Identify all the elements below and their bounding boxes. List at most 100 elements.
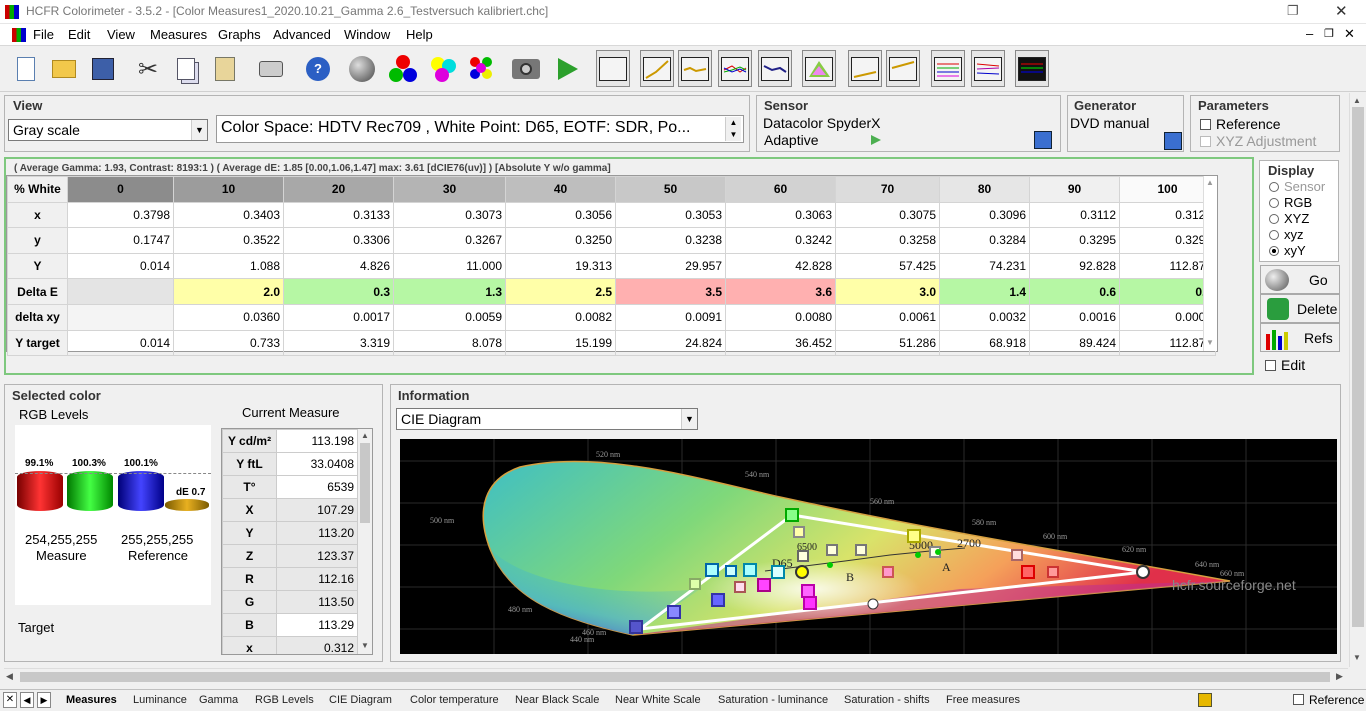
display-option-sensor[interactable]: Sensor [1269,179,1325,195]
row-header[interactable]: y [7,227,68,254]
reference-checkbox[interactable]: Reference [1200,116,1281,132]
grid-cell[interactable]: 0.0059 [393,303,506,331]
graph-gamma-icon[interactable] [678,50,712,87]
grid-cell[interactable]: 36.452 [725,329,836,357]
go-button[interactable]: Go [1260,265,1340,294]
grid-cell[interactable]: 0.0082 [505,303,616,331]
grid-cell[interactable]: 11.000 [393,252,506,280]
grid-cell[interactable]: 0.3522 [173,227,284,254]
sensor-play-icon[interactable] [870,134,882,146]
tab-near-white-scale[interactable]: Near White Scale [615,694,701,706]
grid-cell[interactable]: 68.918 [939,329,1030,357]
grid-cell[interactable]: 0.3096 [939,201,1030,229]
grid-cell[interactable]: 2.0 [173,278,284,305]
grid-cell[interactable]: 0.0016 [1029,303,1120,331]
menu-graphs[interactable]: Graphs [218,27,261,42]
col-header[interactable]: 60 [725,176,836,203]
grid-cell[interactable]: 0.3063 [725,201,836,229]
grid-cell[interactable]: 29.957 [615,252,726,280]
grid-cell[interactable]: 0.3238 [615,227,726,254]
graph-free-measures-icon[interactable] [1015,50,1049,87]
grid-cell[interactable]: 0.3056 [505,201,616,229]
row-header[interactable]: Delta E [7,278,68,305]
menu-edit[interactable]: Edit [68,27,90,42]
tab-near-black-scale[interactable]: Near Black Scale [515,694,599,706]
help-icon[interactable]: ? [302,53,334,85]
xyz-adjustment-checkbox[interactable]: XYZ Adjustment [1200,133,1316,149]
grid-cell[interactable]: 3.0 [835,278,940,305]
mdi-restore-icon[interactable]: ❐ [1324,27,1334,40]
grid-cell[interactable]: 0.3075 [835,201,940,229]
grid-cell[interactable]: 3.5 [615,278,726,305]
graph-near-white-icon[interactable] [886,50,920,87]
sensor-config-icon[interactable] [1034,131,1052,149]
graph-screen-icon[interactable] [596,50,630,87]
graph-luminance-icon[interactable] [640,50,674,87]
edit-checkbox[interactable]: Edit [1265,357,1305,373]
grid-cell[interactable]: 0.6 [1029,278,1120,305]
generator-config-icon[interactable] [1164,132,1182,150]
sensor-icon[interactable] [346,53,378,85]
grid-cell[interactable]: 0.733 [173,329,284,357]
grid-cell[interactable]: 0.0061 [835,303,940,331]
mdi-close-icon[interactable]: ✕ [1344,26,1355,42]
grid-cell[interactable]: 0.3 [1119,278,1216,305]
grid-cell[interactable]: 2.5 [505,278,616,305]
grid-cell[interactable]: 0.3112 [1029,201,1120,229]
col-header[interactable]: 30 [393,176,506,203]
graph-temperature-icon[interactable] [758,50,792,87]
display-option-xyy[interactable]: xyY [1269,243,1325,259]
col-header[interactable]: 70 [835,176,940,203]
measure-scrollbar[interactable]: ▲ ▼ [358,429,372,654]
close-icon[interactable]: ✕ [1335,2,1348,20]
grid-cell[interactable]: 15.199 [505,329,616,357]
menu-view[interactable]: View [107,27,135,42]
grid-cell[interactable]: 0.3 [283,278,394,305]
grid-cell[interactable]: 0.014 [67,329,174,357]
col-header[interactable]: 50 [615,176,726,203]
graph-cie-icon[interactable] [802,50,836,87]
grid-cell[interactable]: 4.826 [283,252,394,280]
grid-cell[interactable]: 3.319 [283,329,394,357]
grid-cell[interactable]: 1.3 [393,278,506,305]
grid-cell[interactable] [67,278,174,305]
menu-file[interactable]: File [33,27,54,42]
grid-cell[interactable]: 0.3250 [505,227,616,254]
grid-cell[interactable]: 0.3258 [835,227,940,254]
grid-cell[interactable]: 0.3053 [615,201,726,229]
grid-cell[interactable]: 0.3133 [283,201,394,229]
grid-cell[interactable]: 0.3798 [67,201,174,229]
tab-color-temperature[interactable]: Color temperature [410,694,499,706]
cut-icon[interactable]: ✂ [132,53,164,85]
information-mode-select[interactable]: CIE Diagram ▼ [396,408,698,430]
graph-saturation-icon[interactable] [931,50,965,87]
tab-saturation-shifts[interactable]: Saturation - shifts [844,694,930,706]
grid-cell[interactable]: 57.425 [835,252,940,280]
grid-cell[interactable]: 42.828 [725,252,836,280]
copy-icon[interactable] [170,53,202,85]
grid-cell[interactable]: 1.4 [939,278,1030,305]
tab-rgb-levels[interactable]: RGB Levels [255,694,314,706]
grid-cell[interactable]: 0.0360 [173,303,284,331]
grid-cell[interactable]: 0.3295 [1029,227,1120,254]
tab-gamma[interactable]: Gamma [199,694,238,706]
grid-cell[interactable]: 3.6 [725,278,836,305]
grid-cell[interactable]: 8.078 [393,329,506,357]
grid-cell[interactable]: 51.286 [835,329,940,357]
play-icon[interactable] [551,53,583,85]
row-header[interactable]: Y [7,252,68,280]
tab-prev-icon[interactable]: ◀ [20,692,34,708]
tab-measures[interactable]: Measures [66,694,117,706]
open-folder-icon[interactable] [48,53,80,85]
grid-cell[interactable]: 0.3403 [173,201,284,229]
measure-all-colors-icon[interactable] [466,53,498,85]
tab-next-icon[interactable]: ▶ [37,692,51,708]
refs-button[interactable]: Refs [1260,323,1340,352]
graph-saturation-shift-icon[interactable] [971,50,1005,87]
col-header[interactable]: 40 [505,176,616,203]
main-scrollbar[interactable]: ▲ ▼ [1349,93,1366,667]
graph-rgb-levels-icon[interactable] [718,50,752,87]
grid-scrollbar[interactable]: ▲ ▼ [1203,176,1217,351]
row-header[interactable]: Y target [7,329,68,357]
grid-cell[interactable]: 0.3267 [393,227,506,254]
